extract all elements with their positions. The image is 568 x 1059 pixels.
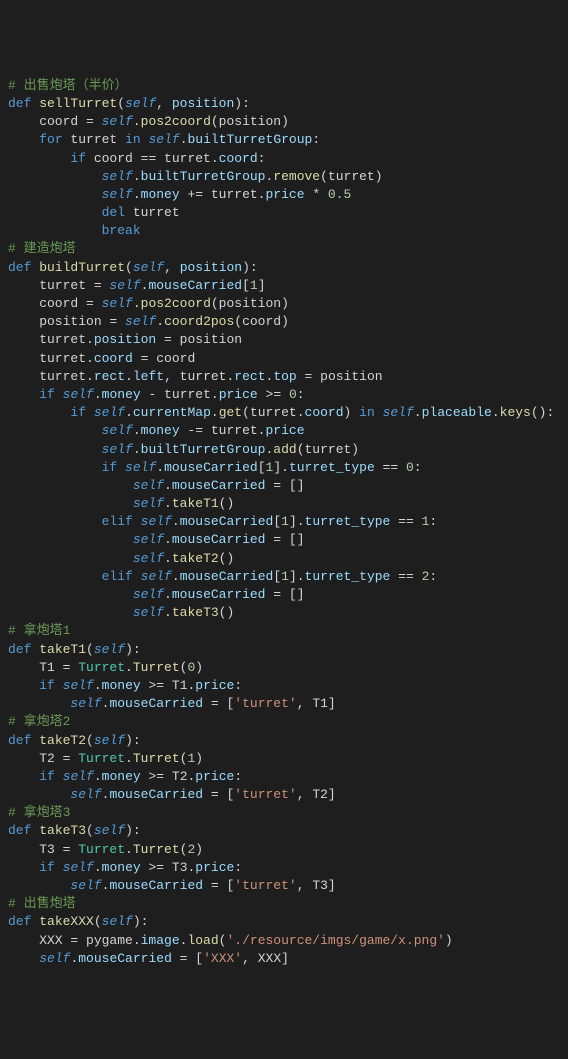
code-line[interactable]: if self.money >= T2.price:	[8, 768, 560, 786]
code-editor[interactable]: # 出售炮塔（半价）def sellTurret(self, position)…	[8, 77, 560, 968]
code-line[interactable]: # 拿炮塔1	[8, 622, 560, 640]
code-line[interactable]: def takeT1(self):	[8, 641, 560, 659]
code-line[interactable]: turret.rect.left, turret.rect.top = posi…	[8, 368, 560, 386]
code-line[interactable]: if self.currentMap.get(turret.coord) in …	[8, 404, 560, 422]
code-line[interactable]: # 拿炮塔2	[8, 713, 560, 731]
code-line[interactable]: T2 = Turret.Turret(1)	[8, 750, 560, 768]
code-line[interactable]: self.takeT3()	[8, 604, 560, 622]
code-line[interactable]: if coord == turret.coord:	[8, 150, 560, 168]
code-line[interactable]: def takeT3(self):	[8, 822, 560, 840]
code-line[interactable]: def takeT2(self):	[8, 732, 560, 750]
code-line[interactable]: self.mouseCarried = ['turret', T3]	[8, 877, 560, 895]
code-line[interactable]: del turret	[8, 204, 560, 222]
code-line[interactable]: coord = self.pos2coord(position)	[8, 295, 560, 313]
code-line[interactable]: elif self.mouseCarried[1].turret_type ==…	[8, 568, 560, 586]
code-line[interactable]: T1 = Turret.Turret(0)	[8, 659, 560, 677]
code-line[interactable]: self.builtTurretGroup.remove(turret)	[8, 168, 560, 186]
code-line[interactable]: def sellTurret(self, position):	[8, 95, 560, 113]
code-line[interactable]: T3 = Turret.Turret(2)	[8, 841, 560, 859]
code-line[interactable]: for turret in self.builtTurretGroup:	[8, 131, 560, 149]
code-line[interactable]: self.mouseCarried = []	[8, 586, 560, 604]
code-line[interactable]: if self.money >= T3.price:	[8, 859, 560, 877]
code-line[interactable]: position = self.coord2pos(coord)	[8, 313, 560, 331]
code-line[interactable]: self.mouseCarried = ['turret', T1]	[8, 695, 560, 713]
code-line[interactable]: # 出售炮塔（半价）	[8, 77, 560, 95]
code-line[interactable]: coord = self.pos2coord(position)	[8, 113, 560, 131]
code-line[interactable]: self.money += turret.price * 0.5	[8, 186, 560, 204]
code-line[interactable]: self.builtTurretGroup.add(turret)	[8, 441, 560, 459]
code-line[interactable]: XXX = pygame.image.load('./resource/imgs…	[8, 932, 560, 950]
code-line[interactable]: self.mouseCarried = ['XXX', XXX]	[8, 950, 560, 968]
code-line[interactable]: self.takeT2()	[8, 550, 560, 568]
code-line[interactable]: def buildTurret(self, position):	[8, 259, 560, 277]
code-line[interactable]: if self.money >= T1.price:	[8, 677, 560, 695]
code-line[interactable]: if self.mouseCarried[1].turret_type == 0…	[8, 459, 560, 477]
code-line[interactable]: self.money -= turret.price	[8, 422, 560, 440]
code-line[interactable]: turret.coord = coord	[8, 350, 560, 368]
code-line[interactable]: turret = self.mouseCarried[1]	[8, 277, 560, 295]
code-line[interactable]: elif self.mouseCarried[1].turret_type ==…	[8, 513, 560, 531]
code-line[interactable]: def takeXXX(self):	[8, 913, 560, 931]
code-line[interactable]: # 建造炮塔	[8, 240, 560, 258]
code-line[interactable]: if self.money - turret.price >= 0:	[8, 386, 560, 404]
code-line[interactable]: # 拿炮塔3	[8, 804, 560, 822]
code-line[interactable]: self.mouseCarried = []	[8, 531, 560, 549]
code-line[interactable]: break	[8, 222, 560, 240]
code-line[interactable]: # 出售炮塔	[8, 895, 560, 913]
code-line[interactable]: self.mouseCarried = []	[8, 477, 560, 495]
code-line[interactable]: self.takeT1()	[8, 495, 560, 513]
code-line[interactable]: self.mouseCarried = ['turret', T2]	[8, 786, 560, 804]
code-line[interactable]: turret.position = position	[8, 331, 560, 349]
